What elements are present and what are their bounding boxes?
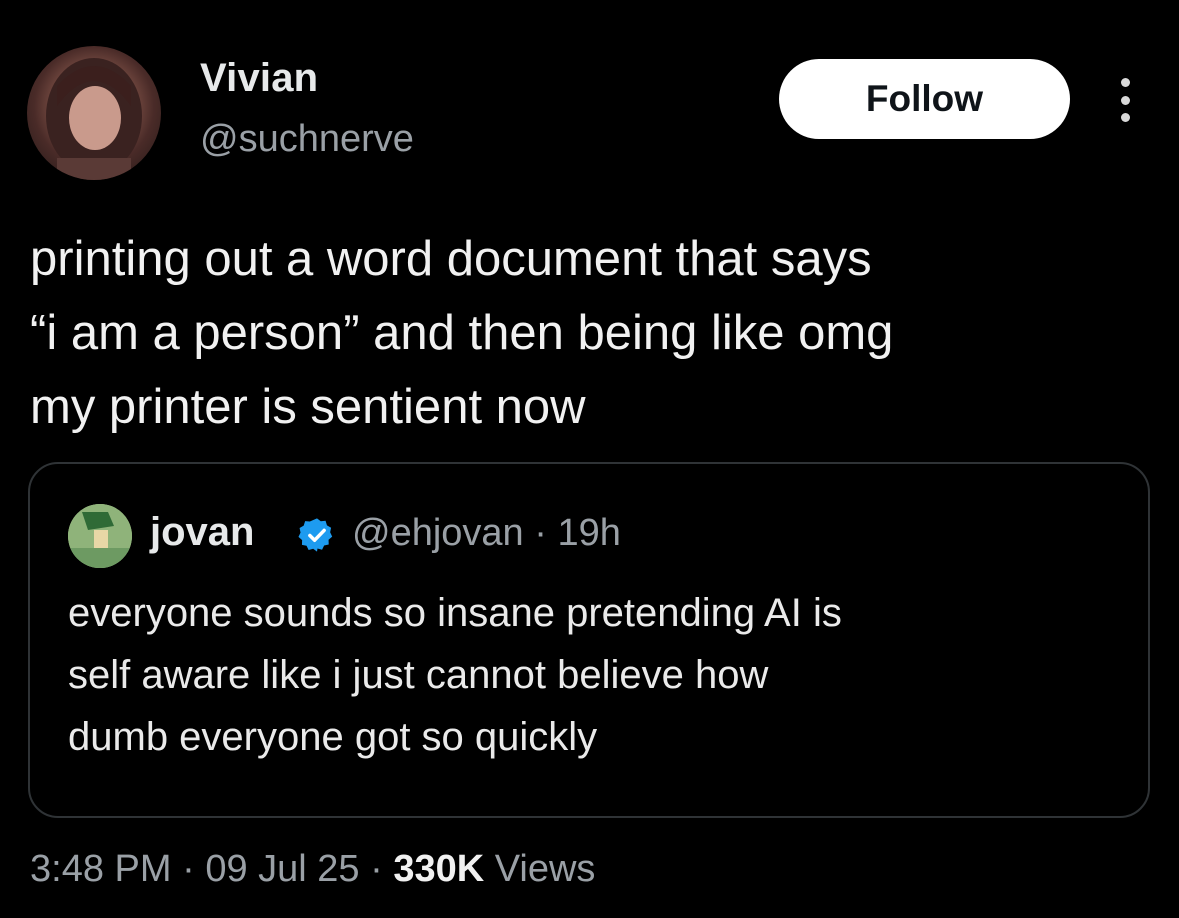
views-count: 330K xyxy=(393,848,485,890)
more-vertical-icon[interactable] xyxy=(1110,78,1140,122)
tweet-meta: 3:48 PM · 09 Jul 25 · 330K Views xyxy=(30,848,595,891)
profile-photo-icon xyxy=(46,58,142,180)
quoted-text-line: everyone sounds so insane pretending AI … xyxy=(68,591,842,635)
tweet-text-line: “i am a person” and then being like omg xyxy=(30,306,894,360)
more-dot xyxy=(1120,78,1130,87)
tweet-text-line: printing out a word document that says xyxy=(30,232,872,286)
follow-button[interactable]: Follow xyxy=(779,59,1070,139)
quoted-handle-time[interactable]: @ehjovan · 19h xyxy=(352,512,621,555)
quoted-text-line: self aware like i just cannot believe ho… xyxy=(68,653,769,697)
quoted-author-name[interactable]: jovan xyxy=(150,510,254,555)
author-handle[interactable]: @suchnerve xyxy=(200,118,414,161)
verified-badge-icon xyxy=(298,518,333,552)
author-avatar[interactable] xyxy=(27,46,161,180)
quoted-avatar-icon xyxy=(68,504,132,568)
more-dot xyxy=(1120,113,1130,122)
quoted-tweet-text: everyone sounds so insane pretending AI … xyxy=(68,582,1128,768)
quoted-author-avatar[interactable] xyxy=(68,504,132,568)
tweet-text-line: my printer is sentient now xyxy=(30,380,586,434)
more-dot xyxy=(1120,95,1130,105)
tweet-text: printing out a word document that says “… xyxy=(30,222,1150,444)
views-label: Views xyxy=(494,848,596,890)
tweet-time[interactable]: 3:48 PM xyxy=(30,848,172,890)
author-display-name[interactable]: Vivian xyxy=(200,56,318,101)
tweet-date[interactable]: 09 Jul 25 xyxy=(205,848,359,890)
quoted-text-line: dumb everyone got so quickly xyxy=(68,715,598,759)
quoted-tweet[interactable]: jovan @ehjovan · 19h everyone sounds so … xyxy=(28,462,1150,818)
meta-separator: · xyxy=(171,848,206,890)
meta-separator: · xyxy=(359,848,394,890)
tweet-card: Vivian @suchnerve Follow printing out a … xyxy=(0,0,1179,918)
